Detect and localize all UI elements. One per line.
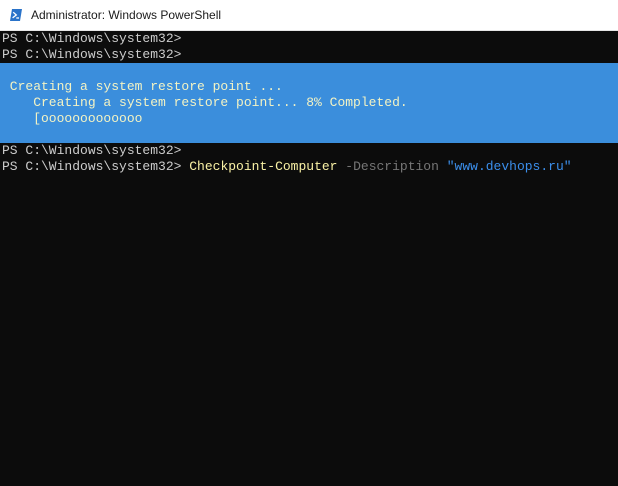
progress-bar: [ooooooooooooo: [2, 111, 143, 126]
progress-status: Creating a system restore point... 8% Co…: [2, 95, 408, 110]
progress-activity: Creating a system restore point ...: [2, 79, 283, 94]
powershell-icon: [10, 9, 22, 21]
window-title: Administrator: Windows PowerShell: [31, 8, 222, 22]
console-area[interactable]: PS C:\Windows\system32> PS C:\Windows\sy…: [0, 31, 618, 486]
string-token: "www.devhops.ru": [446, 159, 572, 174]
powershell-window: Administrator: Windows PowerShell PS C:\…: [0, 0, 618, 486]
prompt-line: PS C:\Windows\system32>: [2, 143, 182, 158]
title-bar[interactable]: Administrator: Windows PowerShell: [0, 0, 618, 31]
prompt: PS C:\Windows\system32>: [2, 159, 182, 174]
parameter-token: -Description: [345, 159, 439, 174]
prompt-line: PS C:\Windows\system32>: [2, 47, 182, 62]
progress-panel: Creating a system restore point ... Crea…: [0, 63, 618, 143]
cmdlet-token: Checkpoint-Computer: [189, 159, 338, 174]
command-line: PS C:\Windows\system32> Checkpoint-Compu…: [2, 159, 572, 175]
prompt-line: PS C:\Windows\system32>: [2, 31, 182, 46]
